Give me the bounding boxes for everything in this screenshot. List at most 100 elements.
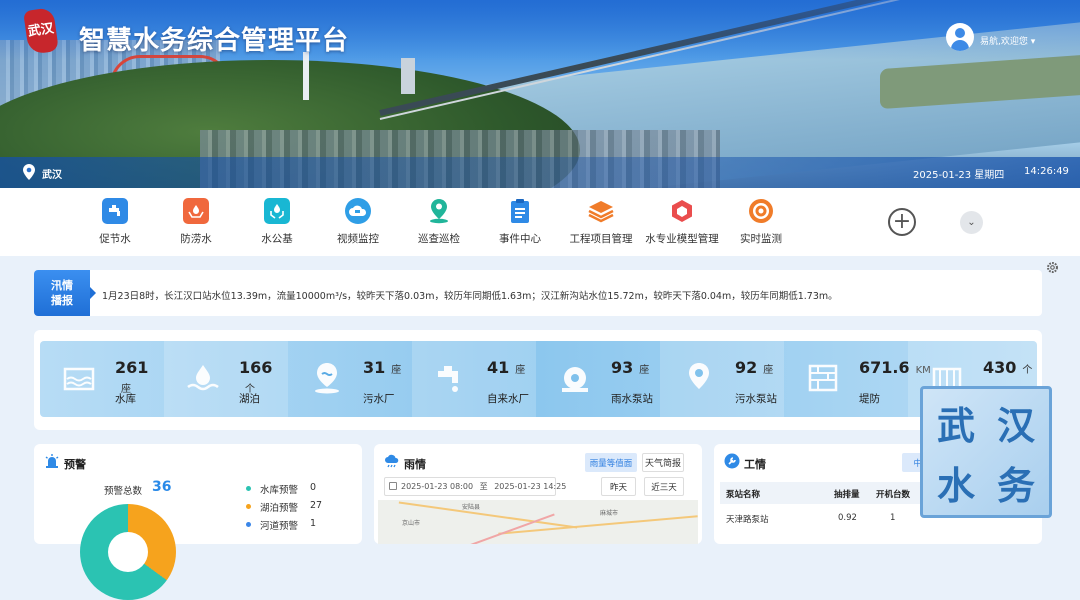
- legend-dot: [246, 504, 251, 509]
- nav-label: 工程项目管理: [569, 233, 633, 245]
- calendar-icon: [389, 482, 397, 490]
- nav-label: 促节水: [99, 233, 131, 245]
- stat-label: 雨水泵站: [611, 393, 653, 405]
- nav-label: 防涝水: [180, 233, 212, 245]
- location-pin-icon: [426, 198, 452, 224]
- legend-label: 湖泊预警: [260, 503, 299, 514]
- nav-item-project-management[interactable]: 工程项目管理: [561, 198, 641, 246]
- user-avatar-icon[interactable]: [946, 23, 974, 51]
- wrench-icon: [724, 453, 740, 469]
- map-label: 麻城市: [600, 510, 619, 517]
- flood-tag-line1: 汛情: [51, 279, 73, 292]
- tap-water-icon: [438, 366, 458, 392]
- user-menu[interactable]: 易航,欢迎您 ▾: [980, 34, 1035, 47]
- nav-item-realtime-monitor[interactable]: 实时监测: [721, 198, 801, 246]
- warning-total-label: 预警总数: [104, 486, 143, 497]
- cube-icon: [669, 198, 695, 224]
- stat-rain-pump[interactable]: 93 座 雨水泵站: [536, 341, 660, 417]
- yesterday-button[interactable]: 昨天: [601, 477, 636, 496]
- map-label: 安陆县: [462, 504, 481, 511]
- nav-item-model-management[interactable]: 水专业模型管理: [642, 198, 722, 246]
- legend-dot: [246, 522, 251, 527]
- embankment-icon: [808, 364, 838, 392]
- rain-map[interactable]: 安陆县 京山市 麻城市: [378, 500, 698, 544]
- stat-label: 湖泊: [239, 393, 260, 405]
- stat-value: 41 座: [487, 358, 526, 377]
- nav-item-video-monitor[interactable]: 视频监控: [318, 198, 398, 246]
- water-hands-icon: [264, 198, 290, 224]
- nav-item-event-center[interactable]: 事件中心: [480, 198, 560, 246]
- rain-isoline-button[interactable]: 雨量等值面: [585, 453, 637, 472]
- sewage-pump-icon: [689, 363, 709, 389]
- legend-count: 0: [310, 482, 317, 493]
- three-days-button[interactable]: 近三天: [644, 477, 684, 496]
- nav-label: 巡查巡检: [418, 233, 460, 245]
- stat-tap-water[interactable]: 41 座 自来水厂: [412, 341, 536, 417]
- work-title: 工情: [744, 458, 766, 471]
- rain-pump-icon: [562, 367, 588, 392]
- faucet-icon: [102, 198, 128, 224]
- gear-icon[interactable]: [1046, 261, 1059, 274]
- rain-panel: 雨情 雨量等值面 天气简报 2025-01-23 08:00 至 2025-01…: [374, 444, 702, 544]
- date-from: 2025-01-23 08:00: [401, 482, 474, 491]
- nav-label: 事件中心: [499, 233, 541, 245]
- legend-count: 1: [310, 518, 317, 529]
- warning-panel: 预警 预警总数 36 水库预警 0 湖泊预警 27 河道预警 1: [34, 444, 362, 600]
- date-to: 2025-01-23 14:25: [494, 482, 567, 491]
- sewage-plant-icon: [315, 363, 339, 394]
- seal-char: 武: [936, 402, 975, 448]
- flood-tag: 汛情 播报: [34, 270, 96, 316]
- seal-char: 汉: [996, 402, 1035, 448]
- stat-sewage-pump[interactable]: 92 座 污水泵站: [660, 341, 784, 417]
- expand-nav-button[interactable]: ⌄: [960, 211, 983, 234]
- nav-item-water-public[interactable]: 水公基: [237, 198, 317, 246]
- legend-label: 水库预警: [260, 485, 299, 496]
- flood-broadcast: 汛情 播报 1月23日8时，长江汉口站水位13.39m，流量10000m³/s，…: [34, 270, 1042, 316]
- weather-brief-button[interactable]: 天气简报: [642, 453, 684, 472]
- location-label: 武汉: [42, 170, 62, 181]
- pump-volume: 0.92: [838, 513, 857, 523]
- stat-lake[interactable]: 166个 湖泊: [164, 341, 288, 417]
- pump-units: 1: [890, 513, 896, 523]
- module-nav: 促节水 防涝水 水公基 视频监控 巡查巡检 事件中心 工程项目管理 水专业模型管…: [0, 188, 1080, 256]
- nav-label: 视频监控: [337, 233, 379, 245]
- stat-sewage-plant[interactable]: 31 座 污水厂: [288, 341, 412, 417]
- alarm-icon: [45, 454, 59, 468]
- target-icon: [748, 198, 774, 224]
- seal-char: 务: [996, 462, 1035, 508]
- stats-bar: 261座 水库 166个 湖泊 31 座 污水厂 41 座 自来水厂 93 座 雨水泵…: [40, 341, 1037, 417]
- page-title: 智慧水务综合管理平台: [79, 26, 350, 56]
- legend-count: 27: [310, 500, 323, 511]
- stat-value: 430 个: [983, 358, 1033, 377]
- column-header: 开机台数: [876, 490, 911, 500]
- rain-cloud-icon: [385, 454, 399, 468]
- nav-item-patrol[interactable]: 巡查巡检: [399, 198, 479, 246]
- stat-label: 堤防: [859, 393, 880, 405]
- yellow-crane-tower: [401, 58, 415, 94]
- user-name: 易航,欢迎您: [980, 37, 1028, 47]
- layers-icon: [588, 198, 614, 224]
- rain-title: 雨情: [404, 458, 426, 471]
- column-header: 抽排量: [834, 490, 860, 500]
- nav-item-water-saving[interactable]: 促节水: [75, 198, 155, 246]
- legend-dot: [246, 486, 251, 491]
- stat-embankment[interactable]: 671.6 KM 堤防: [784, 341, 931, 417]
- warning-title: 预警: [64, 458, 86, 471]
- nav-item-flood-prevention[interactable]: 防涝水: [156, 198, 236, 246]
- warning-total: 36: [152, 479, 172, 495]
- plus-icon: +: [892, 209, 912, 234]
- chevron-down-icon: ⌄: [967, 217, 976, 228]
- location-pin-icon: [23, 164, 35, 180]
- map-label: 京山市: [402, 520, 421, 527]
- stat-reservoir[interactable]: 261座 水库: [40, 341, 164, 417]
- nav-label: 实时监测: [740, 233, 782, 245]
- column-header: 泵站名称: [726, 490, 761, 500]
- add-module-button[interactable]: +: [888, 208, 916, 236]
- time-label: 14:26:49: [1024, 166, 1069, 177]
- stat-value: 31 座: [363, 358, 402, 377]
- logo-text: 武汉: [26, 21, 55, 40]
- legend-label: 河道预警: [260, 521, 299, 532]
- rain-date-range[interactable]: 2025-01-23 08:00 至 2025-01-23 14:25: [384, 477, 566, 496]
- flood-hands-icon: [183, 198, 209, 224]
- nav-label: 水公基: [261, 233, 293, 245]
